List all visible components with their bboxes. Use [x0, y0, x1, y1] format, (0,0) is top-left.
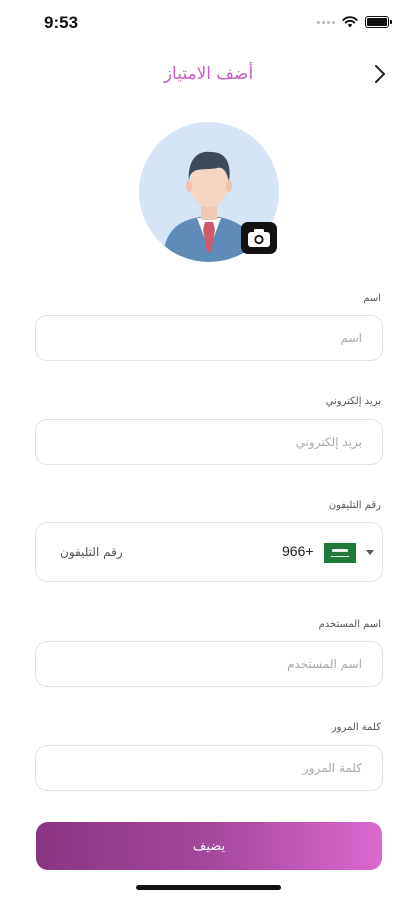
phone-placeholder: رقم التليفون [60, 545, 123, 559]
country-code: 966+ [282, 543, 314, 559]
email-input[interactable] [36, 420, 382, 464]
chevron-right-icon [375, 65, 385, 83]
email-label: بريد إلكتروني [325, 396, 381, 407]
password-label: كلمة المرور [331, 722, 381, 733]
camera-icon [248, 229, 270, 247]
submit-button[interactable]: يضيف [36, 822, 382, 870]
status-icons [317, 16, 392, 28]
phone-field[interactable]: رقم التليفون 966+ [35, 522, 383, 582]
wifi-icon [342, 16, 358, 28]
phone-label: رقم التليفون [328, 500, 381, 511]
status-time: 9:53 [44, 13, 79, 32]
home-indicator [136, 885, 281, 890]
password-field-container [35, 745, 383, 791]
header: أضف الامتياز [0, 52, 417, 96]
email-field-container [35, 419, 383, 465]
caret-down-icon[interactable] [366, 550, 374, 555]
camera-button[interactable] [241, 222, 277, 254]
back-button[interactable] [369, 62, 391, 86]
username-field-container [35, 641, 383, 687]
saudi-flag-icon[interactable] [324, 543, 356, 563]
username-input[interactable] [36, 642, 382, 686]
username-label: اسم المستخدم [318, 619, 381, 630]
signal-dots-icon [317, 20, 335, 24]
battery-icon [365, 16, 392, 28]
name-field-container [35, 315, 383, 361]
page-title: أضف الامتياز [163, 64, 254, 84]
name-label: اسم [363, 293, 381, 304]
password-input[interactable] [36, 746, 382, 790]
status-bar: 9:53 [0, 0, 417, 46]
name-input[interactable] [36, 316, 382, 360]
avatar-container [139, 122, 279, 262]
